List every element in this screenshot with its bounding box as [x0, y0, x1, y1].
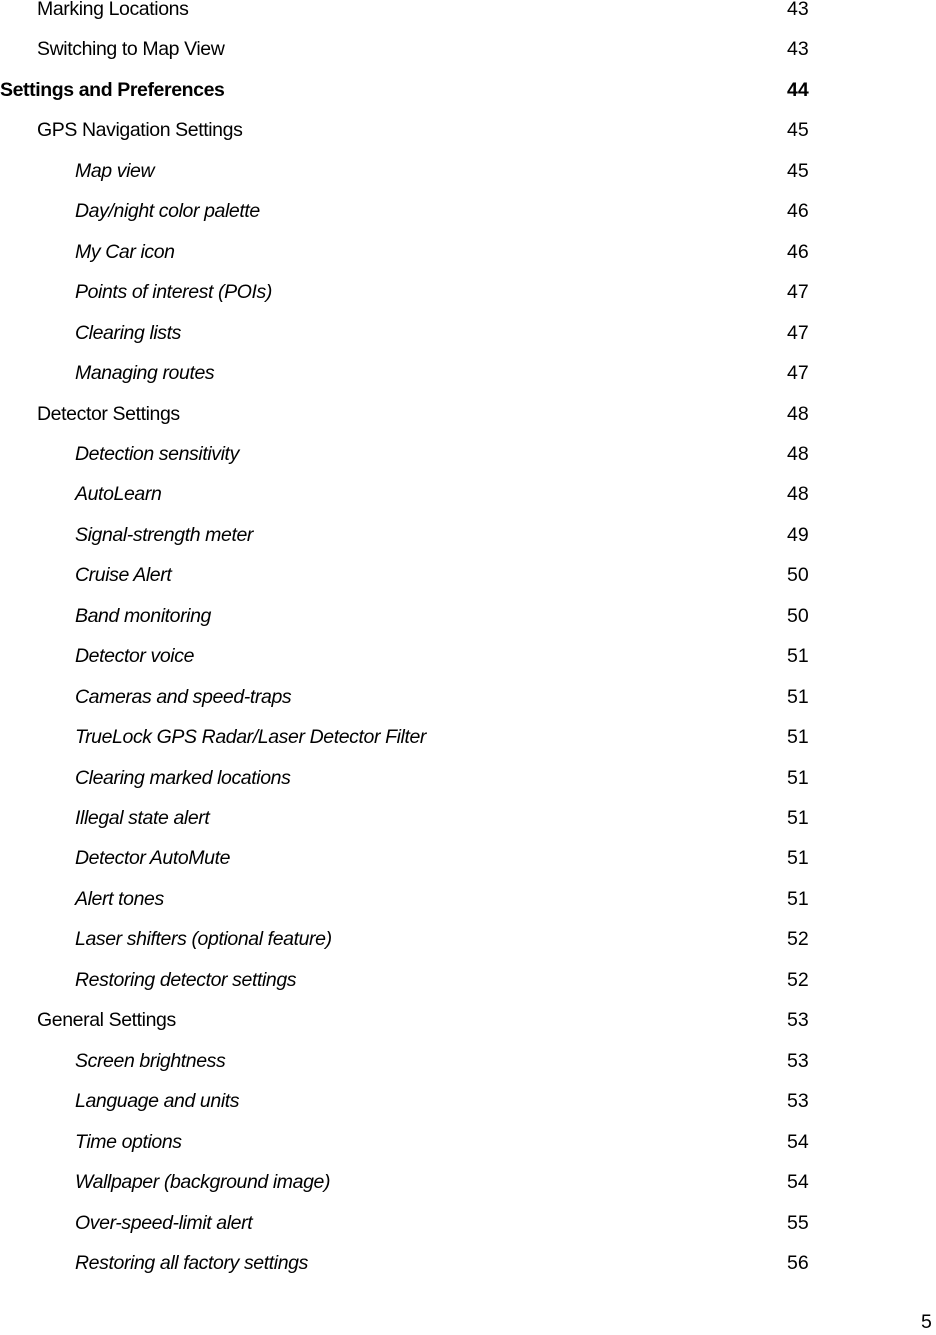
toc-entry[interactable]: Time options 54: [0, 1130, 936, 1154]
toc-entry[interactable]: TrueLock GPS Radar/Laser Detector Filter…: [0, 725, 936, 749]
toc-entry[interactable]: Screen brightness 53: [0, 1049, 936, 1073]
toc-entry-title[interactable]: Restoring detector settings: [75, 968, 297, 992]
toc-entry-title[interactable]: Time options: [75, 1130, 182, 1154]
toc-entry-title[interactable]: Points of interest (POIs): [75, 280, 272, 304]
toc-entry-title[interactable]: Restoring all factory settings: [75, 1251, 308, 1275]
toc-entry[interactable]: General Settings 53: [0, 1008, 936, 1032]
toc-entry-title[interactable]: Marking Locations: [37, 0, 189, 21]
toc-entry-title[interactable]: AutoLearn: [75, 482, 162, 506]
toc-entry-title[interactable]: Illegal state alert: [75, 806, 210, 830]
toc-entry[interactable]: Restoring detector settings 52: [0, 968, 936, 992]
toc-entry-title[interactable]: TrueLock GPS Radar/Laser Detector Filter: [75, 725, 426, 749]
toc-entry-page: 47: [787, 281, 809, 304]
toc-entry-page: 45: [787, 119, 809, 142]
toc-entry-page: 51: [787, 645, 809, 668]
toc-entry-page: 53: [787, 1049, 809, 1072]
toc-entry[interactable]: My Car icon 46: [0, 240, 936, 264]
toc-entry[interactable]: Detector voice 51: [0, 644, 936, 668]
toc-entry-title[interactable]: Switching to Map View: [37, 37, 225, 61]
toc-entry-page: 46: [787, 200, 809, 223]
toc-entry-page: 47: [787, 321, 809, 344]
toc-entry-page: 46: [787, 240, 809, 263]
toc-entry[interactable]: Detection sensitivity 48: [0, 442, 936, 466]
toc-entry-page: 54: [787, 1130, 809, 1153]
toc-entry[interactable]: Wallpaper (background image) 54: [0, 1170, 936, 1194]
toc-entry-page: 48: [787, 442, 809, 465]
toc-entry-page: 53: [787, 1009, 809, 1032]
toc-entry-page: 53: [787, 1090, 809, 1113]
toc-entry-title[interactable]: General Settings: [37, 1008, 176, 1032]
toc-entry[interactable]: Signal-strength meter 49: [0, 523, 936, 547]
toc-entry-title[interactable]: Signal-strength meter: [75, 523, 253, 547]
toc-entry-page: 43: [787, 0, 809, 20]
toc-entry-title[interactable]: Day/night color palette: [75, 199, 260, 223]
toc-entry-page: 48: [787, 402, 809, 425]
toc-entry[interactable]: Marking Locations 43: [0, 0, 936, 21]
toc-entry[interactable]: GPS Navigation Settings 45: [0, 118, 936, 142]
toc-entry-page: 56: [787, 1251, 809, 1274]
toc-entry[interactable]: Map view 45: [0, 159, 936, 183]
toc-entry-title[interactable]: Cruise Alert: [75, 563, 172, 587]
toc-entry-page: 50: [787, 604, 809, 627]
toc-entry-page: 51: [787, 847, 809, 870]
toc-entry-title[interactable]: Cameras and speed-traps: [75, 685, 292, 709]
toc-entry[interactable]: Alert tones 51: [0, 887, 936, 911]
page-number: 5: [921, 1311, 932, 1333]
toc-entry-page: 49: [787, 523, 809, 546]
toc-entry[interactable]: Switching to Map View 43: [0, 37, 936, 61]
toc-entry-title[interactable]: Managing routes: [75, 361, 215, 385]
toc-entry-title[interactable]: Detection sensitivity: [75, 442, 239, 466]
toc-entry-page: 50: [787, 564, 809, 587]
toc-entry-page: 54: [787, 1171, 809, 1194]
toc-entry[interactable]: Detector Settings 48: [0, 402, 936, 426]
toc-entry-title[interactable]: Settings and Preferences: [0, 78, 225, 102]
toc-section-heading[interactable]: Settings and Preferences 44: [0, 78, 936, 102]
toc-entry-page: 47: [787, 362, 809, 385]
toc-entry-title[interactable]: My Car icon: [75, 240, 175, 264]
toc-entry-title[interactable]: Detector Settings: [37, 402, 180, 426]
toc-entry[interactable]: Detector AutoMute 51: [0, 846, 936, 870]
toc-entry[interactable]: Restoring all factory settings 56: [0, 1251, 936, 1275]
toc-entry-title[interactable]: Clearing marked locations: [75, 766, 291, 790]
toc-entry[interactable]: Clearing marked locations 51: [0, 766, 936, 790]
toc-entry-title[interactable]: Alert tones: [75, 887, 164, 911]
toc-entry[interactable]: Managing routes 47: [0, 361, 936, 385]
toc-entry[interactable]: Day/night color palette 46: [0, 199, 936, 223]
toc-entry-page: 45: [787, 159, 809, 182]
toc-entry[interactable]: Over-speed-limit alert 55: [0, 1211, 936, 1235]
toc-entry-title[interactable]: Map view: [75, 159, 155, 183]
toc-entry-page: 48: [787, 483, 809, 506]
toc-entry-page: 51: [787, 807, 809, 829]
toc-entry-page: 52: [787, 968, 809, 991]
toc-entry-page: 43: [787, 38, 809, 61]
toc-entry-page: 51: [787, 685, 809, 708]
toc-entry-page: 51: [787, 766, 809, 789]
toc-entry-title[interactable]: GPS Navigation Settings: [37, 118, 243, 142]
toc-entry-title[interactable]: Laser shifters (optional feature): [75, 927, 332, 951]
toc-entry[interactable]: AutoLearn 48: [0, 482, 936, 506]
toc-entry-title[interactable]: Band monitoring: [75, 604, 211, 628]
toc-entry-page: 55: [787, 1211, 809, 1234]
toc-entry-title[interactable]: Screen brightness: [75, 1049, 226, 1073]
toc-entry-page: 52: [787, 928, 809, 951]
toc-entry[interactable]: Cruise Alert 50: [0, 563, 936, 587]
toc-entry[interactable]: Band monitoring 50: [0, 604, 936, 628]
toc-entry[interactable]: Cameras and speed-traps 51: [0, 685, 936, 709]
toc-entry-page: 51: [787, 726, 809, 749]
toc-entry[interactable]: Points of interest (POIs) 47: [0, 280, 936, 304]
toc-entry-title[interactable]: Clearing lists: [75, 321, 181, 345]
toc-entry-title[interactable]: Language and units: [75, 1089, 240, 1113]
toc-entry[interactable]: Language and units 53: [0, 1089, 936, 1113]
toc-entry-title[interactable]: Wallpaper (background image): [75, 1170, 330, 1194]
toc-entry[interactable]: Illegal state alert 51: [0, 806, 936, 830]
toc-entry[interactable]: Laser shifters (optional feature) 52: [0, 927, 936, 951]
toc-entry-title[interactable]: Over-speed-limit alert: [75, 1211, 253, 1235]
toc-entry[interactable]: Clearing lists 47: [0, 321, 936, 345]
toc-entry-page: 44: [787, 78, 809, 101]
toc-entry-title[interactable]: Detector voice: [75, 644, 194, 668]
toc-entry-page: 51: [787, 887, 809, 910]
toc-entry-title[interactable]: Detector AutoMute: [75, 846, 230, 870]
